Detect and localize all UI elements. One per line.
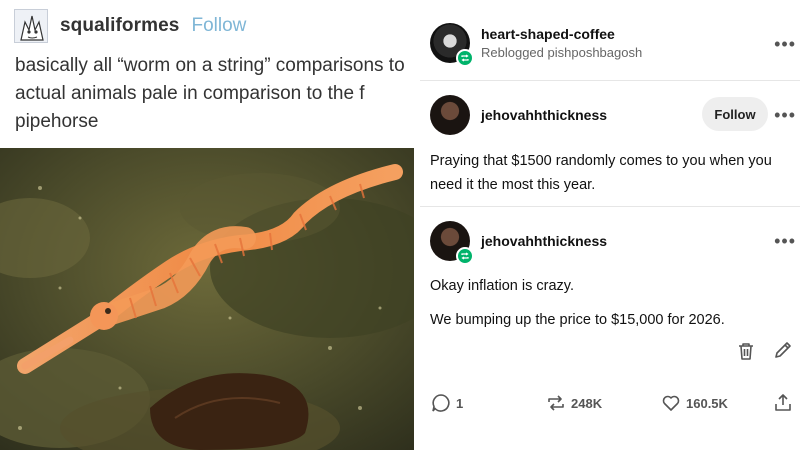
likes-count: 160.5K: [686, 395, 728, 411]
post-2-header: jehovahhthickness: [430, 221, 607, 265]
post-text-line: basically all “worm on a string” compari…: [15, 55, 405, 76]
reblogged-source-link[interactable]: pishposhbagosh: [548, 45, 643, 60]
post-2-paragraph: Okay inflation is crazy.: [430, 278, 574, 294]
reblogs-count: 248K: [571, 395, 603, 411]
share-button[interactable]: [772, 392, 798, 414]
comment-icon: [432, 394, 450, 412]
more-options-button[interactable]: •••: [774, 34, 796, 55]
follow-button[interactable]: Follow: [702, 97, 768, 131]
divider: [420, 80, 800, 81]
comments-count: 1: [456, 395, 464, 411]
pipehorse-photo: [0, 148, 414, 450]
left-post-header: squaliformes Follow: [14, 9, 246, 43]
reblogged-from: Reblogged pishposhbagosh: [481, 45, 642, 60]
right-feed-screenshot: heart-shaped-coffee Reblogged pishposhba…: [420, 0, 800, 450]
post-author[interactable]: squaliformes: [60, 15, 179, 37]
post-1-text: Praying that $1500 randomly comes to you…: [430, 153, 772, 193]
reblog-button[interactable]: 248K: [545, 392, 602, 414]
pencil-icon[interactable]: [772, 339, 794, 361]
reblog-badge: [456, 247, 474, 265]
avatar[interactable]: [430, 221, 474, 265]
reblog-icon: [461, 54, 469, 62]
more-options-button[interactable]: •••: [774, 231, 796, 252]
post-footer: 1 248K 160.5K: [420, 392, 800, 420]
divider: [420, 206, 800, 207]
left-post-screenshot: squaliformes Follow basically all “worm …: [0, 0, 414, 450]
reblog-icon: [548, 395, 564, 411]
reblogged-prefix: Reblogged: [481, 45, 544, 60]
reblog-icon: [461, 252, 469, 260]
like-button[interactable]: 160.5K: [660, 392, 728, 414]
more-options-button[interactable]: •••: [774, 105, 796, 126]
avatar[interactable]: [430, 23, 474, 67]
post-text: basically all “worm on a string” compari…: [15, 52, 410, 136]
reblog-header: heart-shaped-coffee Reblogged pishposhba…: [430, 23, 642, 67]
reblog-badge: [456, 49, 474, 67]
post-1-header: jehovahhthickness: [430, 95, 607, 135]
avatar[interactable]: [430, 95, 470, 135]
reblogger-name[interactable]: heart-shaped-coffee: [481, 26, 642, 42]
avatar[interactable]: [14, 9, 48, 43]
post-text-line: actual animals pale in comparison to the…: [15, 83, 365, 104]
post-text-line: pipehorse: [15, 111, 99, 132]
heart-icon: [662, 395, 680, 411]
follow-link[interactable]: Follow: [191, 15, 246, 37]
cartoon-avatar-icon: [15, 10, 47, 42]
trash-icon[interactable]: [735, 340, 757, 362]
share-icon: [775, 394, 791, 411]
post-author[interactable]: jehovahhthickness: [481, 233, 607, 249]
post-2-paragraph: We bumping up the price to $15,000 for 2…: [430, 312, 725, 328]
comments-button[interactable]: 1: [430, 392, 463, 414]
post-author[interactable]: jehovahhthickness: [481, 107, 607, 123]
